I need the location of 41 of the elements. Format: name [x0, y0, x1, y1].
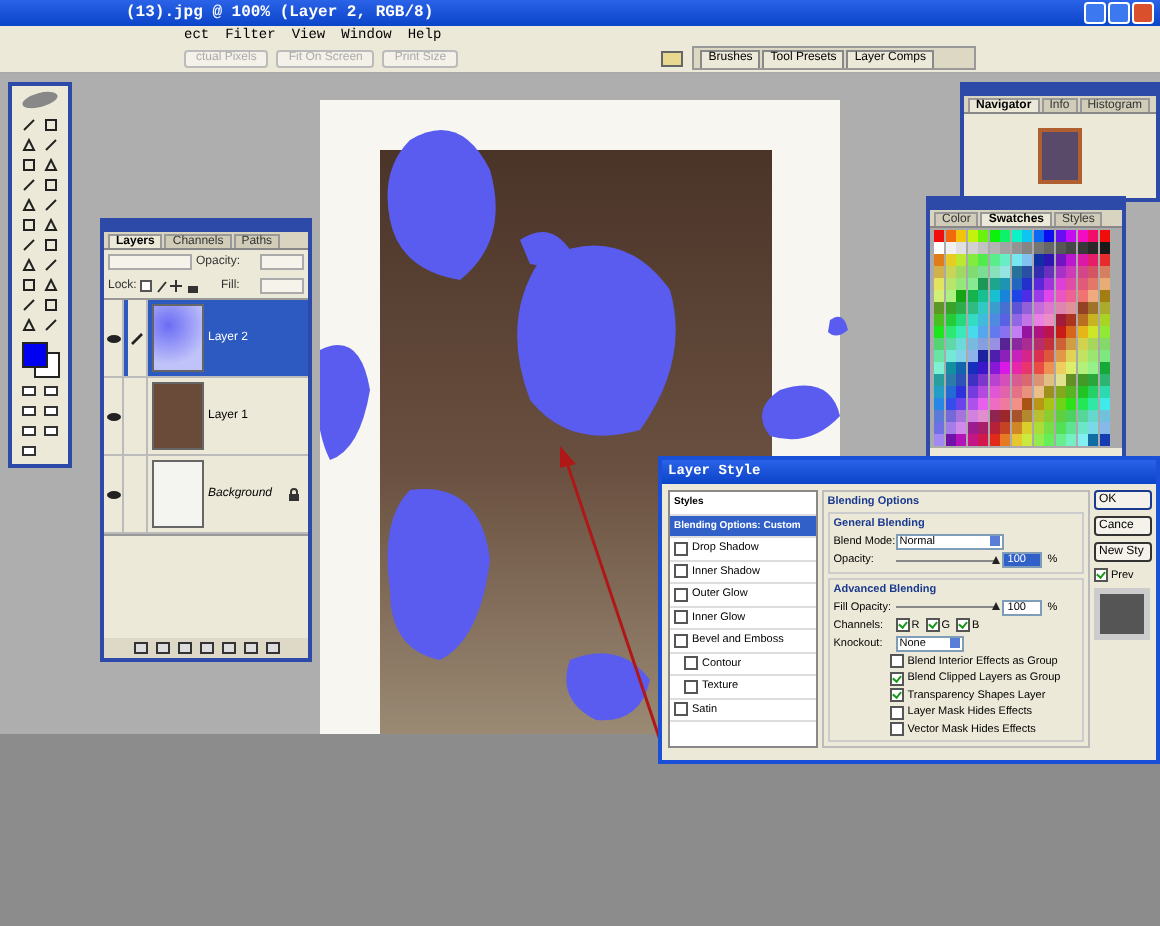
fill-field[interactable]	[260, 278, 304, 294]
preview-checkbox[interactable]	[1093, 568, 1107, 582]
checkbox[interactable]	[889, 705, 904, 719]
window-title: (13).jpg @ 100% (Layer 2, RGB/8)	[124, 4, 434, 22]
checkbox[interactable]	[674, 633, 688, 648]
checkbox[interactable]	[889, 654, 904, 668]
checkbox[interactable]	[956, 618, 971, 632]
checkbox[interactable]	[889, 671, 904, 685]
checkbox[interactable]	[895, 618, 910, 632]
paint-blob	[320, 345, 370, 460]
close-button[interactable]	[1132, 2, 1154, 24]
photo-placeholder	[1038, 128, 1082, 184]
paint-blob	[566, 653, 650, 721]
checkbox[interactable]	[674, 610, 688, 625]
eye-icon[interactable]	[105, 411, 121, 421]
layer-thumbnail	[152, 460, 204, 528]
minimize-button[interactable]	[1084, 2, 1106, 24]
paint-blob	[828, 316, 848, 336]
checkbox[interactable]	[925, 618, 940, 632]
maximize-button[interactable]	[1108, 2, 1130, 24]
folder-icon[interactable]	[660, 48, 685, 68]
checkbox[interactable]	[684, 656, 698, 671]
swatch-grid-drawing[interactable]	[930, 228, 1122, 447]
checkbox[interactable]	[674, 587, 688, 602]
paint-blob	[762, 385, 840, 440]
lock-options-icon[interactable]	[140, 279, 201, 293]
checkbox[interactable]	[674, 564, 688, 579]
eye-icon[interactable]	[105, 333, 121, 343]
layer-thumbnail	[152, 304, 204, 372]
checkbox[interactable]	[889, 688, 904, 702]
eye-icon[interactable]	[105, 489, 121, 499]
preview-swatch	[1093, 588, 1149, 640]
opacity-field[interactable]	[260, 254, 304, 270]
brush-icon	[130, 331, 144, 345]
checkbox[interactable]	[674, 702, 688, 717]
photo-placeholder	[152, 382, 204, 450]
checkbox[interactable]	[674, 541, 688, 556]
checkbox[interactable]	[684, 679, 698, 694]
feather-icon	[20, 90, 60, 110]
color-swatches-drawing[interactable]	[20, 340, 60, 376]
checkbox[interactable]	[889, 722, 904, 736]
